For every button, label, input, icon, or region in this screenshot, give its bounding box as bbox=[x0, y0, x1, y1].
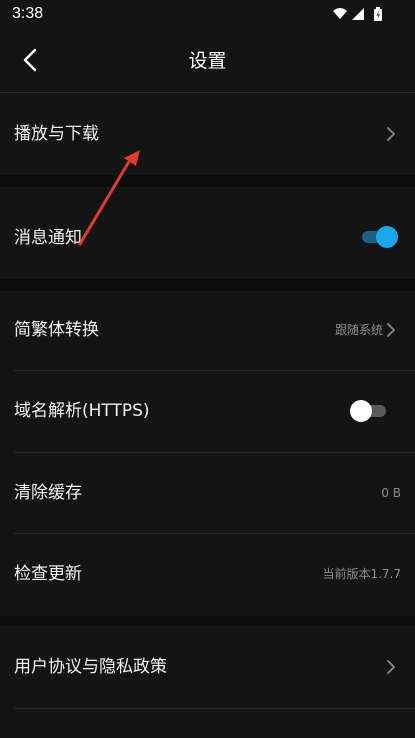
annotation-arrow-icon bbox=[78, 150, 140, 246]
